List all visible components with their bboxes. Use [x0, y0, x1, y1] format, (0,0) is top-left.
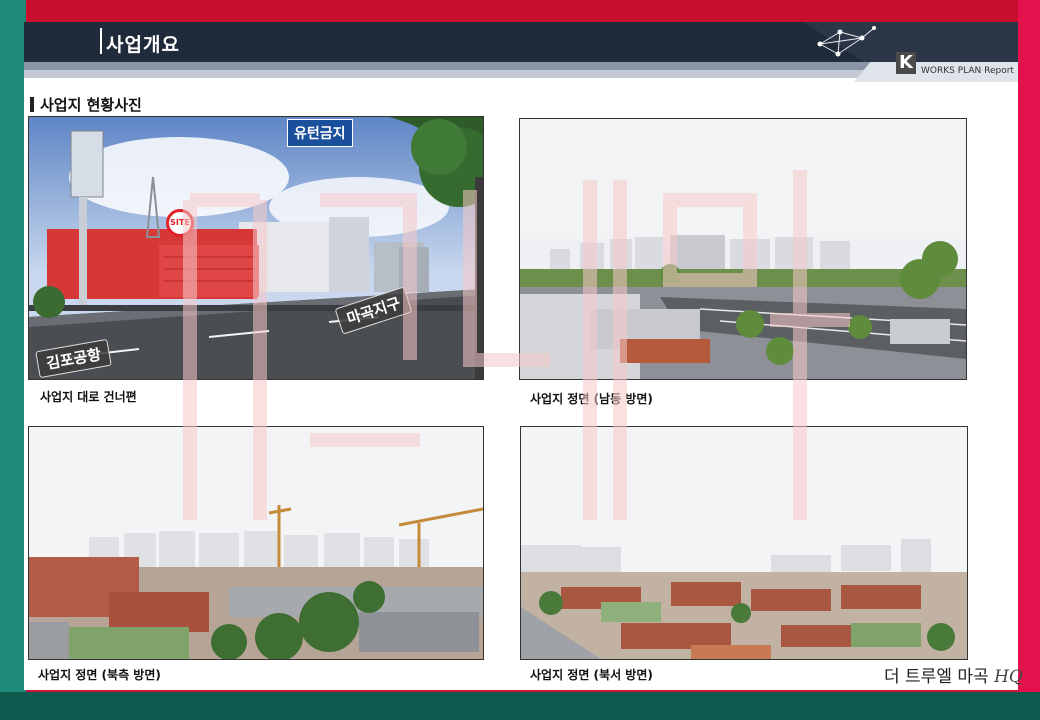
title-divider [100, 28, 102, 54]
caption-front-northwest: 사업지 정면 (북서 방면) [530, 668, 653, 682]
slide-page: 사업개요 K WORKS PLAN Report 사업지 현황사진 유턴금지 S… [24, 22, 1023, 690]
frame-top-band [0, 0, 1040, 22]
frame-right-band [1018, 0, 1040, 720]
photo-front-north [28, 426, 484, 660]
caption-front-southeast: 사업지 정면 (남동 방면) [530, 392, 653, 406]
site-marker-icon: SITE [166, 209, 194, 237]
photo-across-road: 유턴금지 SITE 마곡지구 김포공항 [28, 116, 484, 380]
frame-bottom-band [0, 692, 1040, 720]
page-title: 사업개요 [106, 34, 180, 56]
section-heading: 사업지 현황사진 [30, 94, 142, 115]
photo-front-northwest [520, 426, 968, 660]
brand-script: HQ [994, 667, 1023, 687]
logo-text: WORKS PLAN Report [921, 66, 1014, 76]
caption-front-north: 사업지 정면 (북측 방면) [38, 668, 161, 682]
section-title: 사업지 현황사진 [40, 96, 142, 114]
network-graphic-icon [817, 26, 876, 57]
brand-name: 더 트루엘 마곡 [884, 667, 989, 687]
brand-logo: 더 트루엘 마곡 HQ [884, 662, 1023, 687]
frame-left-band [0, 0, 26, 720]
logo-k-badge: K [896, 52, 916, 74]
section-marker [30, 97, 34, 112]
caption-across-road: 사업지 대로 건너편 [40, 390, 137, 404]
photo-front-southeast [519, 118, 967, 380]
u-turn-sign: 유턴금지 [287, 119, 353, 147]
